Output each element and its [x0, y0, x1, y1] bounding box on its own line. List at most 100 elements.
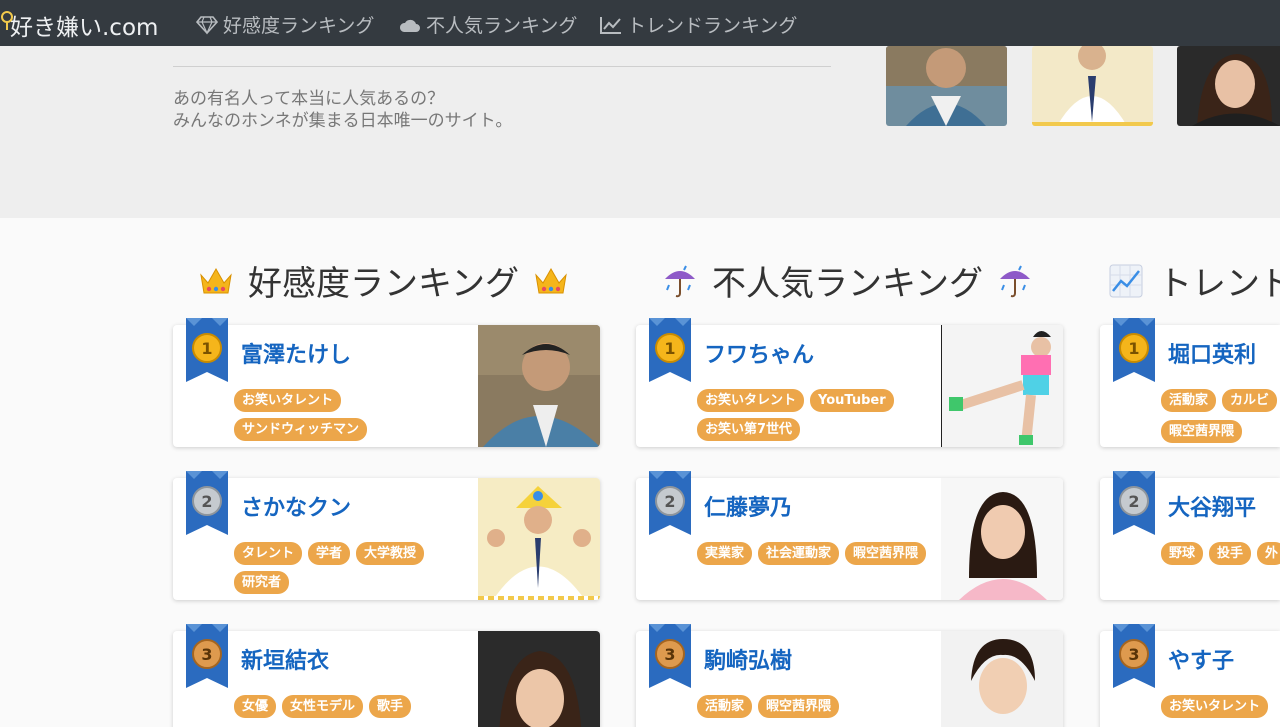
dislikes-card-3[interactable]: 3 駒崎弘樹 活動家 暇空茜界隈	[636, 624, 1063, 727]
category-tag[interactable]: お笑いタレント	[234, 389, 342, 412]
category-tag[interactable]: お笑いタレント	[1161, 695, 1269, 718]
svg-text:1: 1	[1128, 339, 1139, 358]
celebrity-photo[interactable]	[478, 631, 600, 727]
category-tag[interactable]: 学者	[308, 542, 351, 565]
person-photo-icon	[478, 478, 600, 600]
brand-link[interactable]: 好き嫌い.com	[1, 8, 158, 42]
svg-text:2: 2	[664, 492, 675, 511]
svg-text:1: 1	[664, 339, 675, 358]
tag-list: 活動家 カルビ 暇空茜界隈	[1161, 389, 1280, 445]
trend-card-1[interactable]: 1 堀口英利 活動家 カルビ 暇空茜界隈	[1100, 318, 1280, 447]
person-photo-icon	[1032, 46, 1153, 126]
celebrity-photo[interactable]	[941, 631, 1063, 727]
category-tag[interactable]: 女性モデル	[282, 695, 364, 718]
category-tag[interactable]: 社会運動家	[758, 542, 840, 565]
likes-card-1[interactable]: 1 富澤たけし お笑いタレント サンドウィッチマン	[173, 318, 600, 447]
rank-1-ribbon-icon: 1	[649, 318, 691, 382]
nav-likes-ranking[interactable]: 好感度ランキング	[196, 11, 374, 38]
hero-tagline-line1: あの有名人って本当に人気あるの？	[173, 89, 445, 109]
svg-text:3: 3	[201, 645, 212, 664]
tag-list: 実業家 社会運動家 暇空茜界隈	[697, 542, 937, 565]
tag-list: 活動家 暇空茜界隈	[697, 695, 937, 718]
tag-list: 野球 投手 外	[1161, 542, 1280, 565]
celebrity-name[interactable]: 大谷翔平	[1168, 490, 1256, 522]
person-photo-icon	[941, 478, 1063, 600]
diamond-icon	[196, 15, 218, 34]
navbar: 好き嫌い.com 好感度ランキング 不人気ランキング トレンドランキング	[0, 0, 1280, 46]
person-photo-icon	[478, 631, 600, 727]
category-tag[interactable]: 外	[1257, 542, 1280, 565]
nav-trend-ranking[interactable]: トレンドランキング	[600, 11, 797, 38]
celebrity-name[interactable]: 駒崎弘樹	[704, 643, 792, 675]
celebrity-name[interactable]: 仁藤夢乃	[704, 490, 792, 522]
hero-photo-2[interactable]	[1032, 46, 1153, 126]
nav-trend-label: トレンドランキング	[627, 15, 798, 37]
category-tag[interactable]: 研究者	[234, 571, 290, 594]
trend-ranking-heading: トレンド	[1108, 256, 1280, 305]
trend-card-2[interactable]: 2 大谷翔平 野球 投手 外	[1100, 471, 1280, 600]
nav-likes-label: 好感度ランキング	[223, 15, 375, 37]
category-tag[interactable]: タレント	[234, 542, 303, 565]
likes-card-2[interactable]: 2 さかなクン タレント 学者 大学教授 研究者	[173, 471, 600, 600]
umbrella-rain-icon	[999, 265, 1030, 297]
person-photo-icon	[1177, 46, 1280, 126]
rank-2-ribbon-icon: 2	[186, 471, 228, 535]
crown-icon	[535, 267, 567, 293]
category-tag[interactable]: YouTuber	[810, 389, 894, 412]
nav-dislikes-label: 不人気ランキング	[426, 15, 578, 37]
celebrity-name[interactable]: 堀口英利	[1168, 337, 1256, 369]
trend-card-3[interactable]: 3 やす子 お笑いタレント	[1100, 624, 1280, 727]
rankings-area: 好感度ランキング 不人気ランキング トレンド 1 富澤たけし お笑いタレント サ…	[0, 218, 1280, 727]
category-tag[interactable]: 暇空茜界隈	[845, 542, 927, 565]
celebrity-name[interactable]: 新垣結衣	[241, 643, 329, 675]
tag-list: お笑いタレント	[1161, 695, 1280, 718]
hero-tagline: あの有名人って本当に人気あるの？ みんなのホンネが集まる日本唯一のサイト。	[173, 88, 512, 132]
category-tag[interactable]: サンドウィッチマン	[234, 418, 368, 441]
category-tag[interactable]: 投手	[1209, 542, 1252, 565]
category-tag[interactable]: 女優	[234, 695, 277, 718]
category-tag[interactable]: 大学教授	[356, 542, 425, 565]
category-tag[interactable]: 活動家	[1161, 389, 1217, 412]
celebrity-photo[interactable]	[478, 325, 600, 447]
tag-list: 女優 女性モデル 歌手	[234, 695, 474, 718]
category-tag[interactable]: 実業家	[697, 542, 753, 565]
category-tag[interactable]: 活動家	[697, 695, 753, 718]
category-tag[interactable]: お笑い第7世代	[697, 418, 801, 441]
celebrity-name[interactable]: 富澤たけし	[241, 337, 351, 369]
category-tag[interactable]: お笑いタレント	[697, 389, 805, 412]
celebrity-name[interactable]: やす子	[1168, 643, 1234, 675]
person-photo-icon	[941, 631, 1063, 727]
brand-logo-icon	[1, 11, 13, 30]
celebrity-photo[interactable]	[941, 478, 1063, 600]
umbrella-rain-icon	[665, 265, 695, 297]
category-tag[interactable]: 暇空茜界隈	[758, 695, 840, 718]
chart-line-icon	[600, 16, 621, 34]
trend-ranking-title: トレンド	[1158, 264, 1280, 304]
hero-photo-1[interactable]	[886, 46, 1007, 126]
rank-1-ribbon-icon: 1	[186, 318, 228, 382]
likes-ranking-title: 好感度ランキング	[248, 264, 519, 304]
category-tag[interactable]: 歌手	[369, 695, 412, 718]
svg-text:3: 3	[1128, 645, 1139, 664]
dislikes-card-2[interactable]: 2 仁藤夢乃 実業家 社会運動家 暇空茜界隈	[636, 471, 1063, 600]
celebrity-name[interactable]: フワちゃん	[704, 337, 814, 369]
dislikes-card-1[interactable]: 1 フワちゃん お笑いタレント YouTuber お笑い第7世代	[636, 318, 1063, 447]
rank-3-ribbon-icon: 3	[649, 624, 691, 688]
nav-dislikes-ranking[interactable]: 不人気ランキング	[399, 11, 577, 38]
likes-ranking-heading: 好感度ランキング	[198, 256, 569, 305]
likes-card-3[interactable]: 3 新垣結衣 女優 女性モデル 歌手	[173, 624, 600, 727]
svg-text:3: 3	[664, 645, 675, 664]
hero-divider	[173, 66, 831, 67]
celebrity-photo[interactable]	[478, 478, 600, 600]
celebrity-name[interactable]: さかなクン	[241, 490, 351, 522]
rank-3-ribbon-icon: 3	[1113, 624, 1155, 688]
cloud-icon	[399, 19, 420, 32]
dislikes-ranking-title: 不人気ランキング	[712, 264, 983, 304]
category-tag[interactable]: 暇空茜界隈	[1161, 420, 1243, 443]
category-tag[interactable]: カルビ	[1222, 389, 1278, 412]
svg-text:2: 2	[201, 492, 212, 511]
celebrity-photo[interactable]	[941, 325, 1063, 447]
rank-3-ribbon-icon: 3	[186, 624, 228, 688]
hero-photo-3[interactable]	[1177, 46, 1280, 126]
category-tag[interactable]: 野球	[1161, 542, 1204, 565]
